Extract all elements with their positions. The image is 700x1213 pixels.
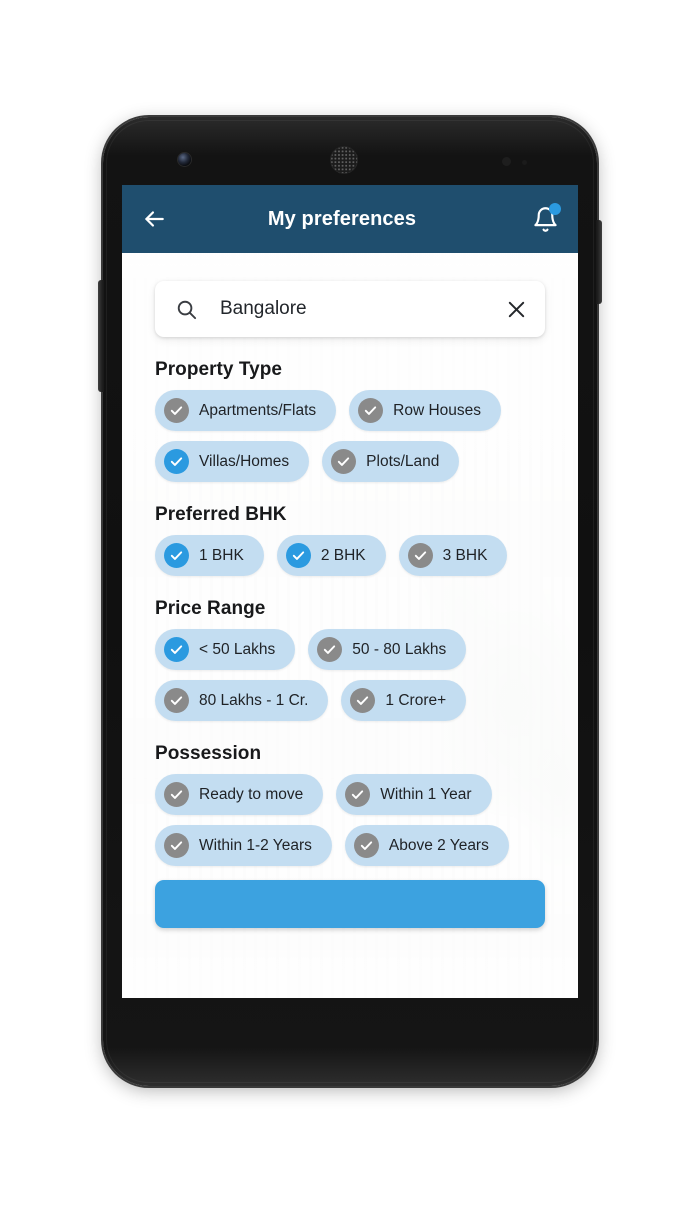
check-circle-icon	[164, 398, 189, 423]
section-title-possession: Possession	[155, 743, 262, 764]
chip-price-range-2[interactable]: 80 Lakhs - 1 Cr.	[155, 680, 329, 721]
chip-label: Plots/Land	[366, 452, 440, 470]
search-icon	[177, 300, 197, 319]
check-circle-filled-icon	[164, 637, 189, 662]
search-section: Bangalore	[122, 253, 578, 337]
chip-label: Apartments/Flats	[199, 401, 317, 419]
check-circle-icon	[164, 782, 189, 807]
chip-label: Row Houses	[393, 401, 482, 419]
chip-label: Within 1 Year	[380, 785, 472, 803]
chip-label: < 50 Lakhs	[199, 640, 276, 658]
search-bar[interactable]: Bangalore	[155, 281, 545, 337]
power-button[interactable]	[596, 220, 602, 304]
chip-label: Ready to move	[199, 785, 304, 803]
preferences-scroll-area[interactable]: Bangalore Property Type Apartments/Flats R…	[122, 253, 578, 998]
chip-label: 80 Lakhs - 1 Cr.	[199, 691, 309, 709]
chip-label: 50 - 80 Lakhs	[352, 640, 447, 658]
camera-icon	[178, 153, 191, 166]
screenshot-stage: My preferences Bangalore Property Type A…	[0, 0, 700, 1213]
chip-group-property-type: Apartments/Flats Row Houses Villas/Homes Pl…	[155, 390, 545, 482]
check-circle-filled-icon	[285, 543, 311, 568]
chip-property-type-2[interactable]: Villas/Homes	[155, 441, 310, 482]
cta-section	[122, 866, 578, 928]
notifications-button[interactable]	[512, 185, 578, 253]
chip-label: 2 BHK	[320, 546, 366, 564]
check-circle-icon	[331, 449, 357, 474]
check-circle-icon	[317, 637, 343, 662]
chip-preferred-bhk-2[interactable]: 3 BHK	[398, 535, 508, 576]
app-header: My preferences	[122, 185, 578, 253]
chip-group-possession: Ready to move Within 1 Year Within 1-2 Yea…	[155, 774, 545, 866]
chip-preferred-bhk-1[interactable]: 2 BHK	[276, 535, 386, 576]
preferences-content: Bangalore Property Type Apartments/Flats R…	[122, 253, 578, 928]
check-circle-icon	[358, 398, 384, 423]
section-title-price-range: Price Range	[155, 598, 266, 619]
search-input[interactable]: Bangalore	[220, 298, 505, 320]
check-circle-icon	[350, 688, 376, 713]
chip-property-type-3[interactable]: Plots/Land	[322, 441, 460, 482]
chip-possession-1[interactable]: Within 1 Year	[336, 774, 492, 815]
section-title-property-type: Property Type	[155, 359, 282, 380]
check-circle-filled-icon	[164, 449, 189, 474]
section-preferred-bhk: Preferred BHK 1 BHK 2 BHK 3 BHK	[122, 504, 578, 576]
chip-possession-2[interactable]: Within 1-2 Years	[155, 825, 332, 866]
section-title-preferred-bhk: Preferred BHK	[155, 504, 287, 525]
chip-label: Villas/Homes	[199, 452, 290, 470]
chip-label: 1 Crore+	[385, 691, 447, 709]
volume-rocker-button[interactable]	[98, 280, 104, 392]
phone-screen: My preferences Bangalore Property Type A…	[122, 185, 578, 998]
page-title: My preferences	[267, 207, 417, 230]
chip-label: 3 BHK	[442, 546, 488, 564]
light-sensor-icon	[522, 160, 527, 165]
proximity-sensor-icon	[502, 157, 511, 166]
chip-label: Within 1-2 Years	[199, 836, 312, 854]
chip-price-range-3[interactable]: 1 Crore+	[341, 680, 467, 721]
check-circle-icon	[164, 833, 189, 858]
chip-property-type-1[interactable]: Row Houses	[349, 390, 502, 431]
section-price-range: Price Range < 50 Lakhs 50 - 80 Lakhs 80 Lak…	[122, 598, 578, 721]
check-circle-icon	[407, 543, 433, 568]
chip-possession-3[interactable]: Above 2 Years	[344, 825, 509, 866]
check-circle-icon	[345, 782, 371, 807]
preference-sections: Property Type Apartments/Flats Row Houses V…	[122, 359, 578, 866]
check-circle-filled-icon	[164, 543, 189, 568]
section-possession: Possession Ready to move Within 1 Year With…	[122, 743, 578, 866]
section-property-type: Property Type Apartments/Flats Row Houses V…	[122, 359, 578, 482]
save-preferences-button[interactable]	[155, 880, 545, 928]
notification-badge-dot	[549, 203, 561, 215]
chip-group-price-range: < 50 Lakhs 50 - 80 Lakhs 80 Lakhs - 1 Cr. 1…	[155, 629, 545, 721]
chip-label: 1 BHK	[199, 546, 244, 564]
check-circle-icon	[164, 688, 189, 713]
chip-property-type-0[interactable]: Apartments/Flats	[155, 390, 337, 431]
speaker-grille-icon	[330, 146, 358, 174]
phone-device-frame: My preferences Bangalore Property Type A…	[98, 117, 602, 1086]
chip-price-range-1[interactable]: 50 - 80 Lakhs	[308, 629, 467, 670]
chip-preferred-bhk-0[interactable]: 1 BHK	[155, 535, 264, 576]
check-circle-icon	[353, 833, 379, 858]
chip-label: Above 2 Years	[388, 836, 489, 854]
chip-possession-0[interactable]: Ready to move	[155, 774, 324, 815]
chip-price-range-0[interactable]: < 50 Lakhs	[155, 629, 296, 670]
arrow-left-icon	[145, 211, 164, 227]
close-icon[interactable]	[505, 298, 528, 321]
chip-group-preferred-bhk: 1 BHK 2 BHK 3 BHK	[155, 535, 545, 576]
